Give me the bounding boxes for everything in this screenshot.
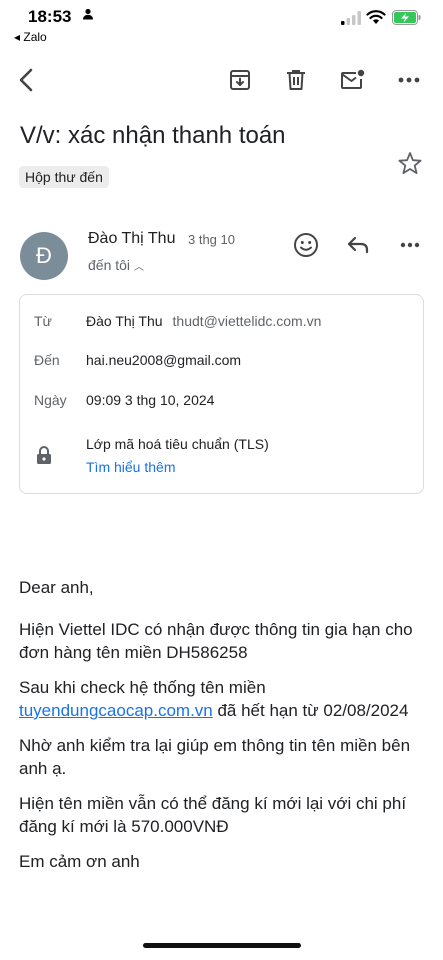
archive-icon [230,70,250,90]
to-label: Đến [34,352,60,368]
more-options-button[interactable] [389,58,429,102]
body-paragraph-2-end: đã hết hạn từ 02/08/2024 [212,701,409,720]
sender-avatar[interactable]: Đ [20,232,68,280]
sender-date: 3 thg 10 [188,232,235,247]
email-body: Dear anh, Hiện Viettel IDC có nhận được … [19,576,424,885]
battery-charging-icon [392,10,421,25]
to-value[interactable]: hai.neu2008@gmail.com [86,352,241,368]
status-time: 18:53 [28,7,72,26]
recipient-toggle[interactable]: đến tôi ︿ [88,257,144,273]
message-more-button[interactable] [392,230,428,260]
back-to-app-link[interactable]: ◂ Zalo [14,30,47,44]
person-icon [82,8,94,23]
trash-icon [287,70,305,90]
message-details-card: Từ Đào Thị Thu thudt@viettelidc.com.vn Đế… [19,294,424,494]
body-closing: Em cảm ơn anh [19,852,140,871]
body-paragraph-4: Hiện tên miền vẫn có thể đăng kí mới lại… [19,794,407,836]
email-subject: V/v: xác nhận thanh toán [20,122,286,149]
chevron-up-icon: ︿ [134,262,145,273]
domain-link[interactable]: tuyendungcaocap.com.vn [19,701,213,720]
date-value: 09:09 3 thg 10, 2024 [86,392,215,408]
wifi-icon [366,10,386,24]
archive-button[interactable] [220,58,260,102]
back-button[interactable] [6,58,46,102]
emoji-icon [294,233,318,257]
delete-button[interactable] [276,58,316,102]
body-paragraph-2-start: Sau khi check hệ thống tên miền [19,678,266,697]
body-greeting: Dear anh, [19,578,94,597]
star-icon[interactable] [396,150,424,178]
mark-unread-icon [341,69,365,89]
learn-more-link[interactable]: Tìm hiểu thêm [86,459,175,475]
body-paragraph-3: Nhờ anh kiểm tra lại giúp em thông tin t… [19,736,411,778]
react-emoji-button[interactable] [288,230,324,260]
more-vertical-icon [400,242,420,248]
mark-unread-button[interactable] [333,58,373,102]
lock-icon [37,446,51,464]
cellular-signal-icon [341,11,361,25]
status-bar: 18:53 ◂ Zalo [0,0,443,48]
security-text: Lớp mã hoá tiêu chuẩn (TLS) [86,436,269,452]
body-paragraph-2: Sau khi check hệ thống tên miền tuyendun… [19,676,424,722]
body-paragraph-1: Hiện Viettel IDC có nhận được thông tin … [19,620,413,662]
email-toolbar [0,58,443,102]
more-vertical-icon [398,77,420,83]
home-indicator[interactable] [143,943,301,948]
date-label: Ngày [34,392,67,408]
from-email[interactable]: thudt@viettelidc.com.vn [173,313,322,329]
sender-name: Đào Thị Thu [88,230,176,247]
reply-button[interactable] [340,230,376,260]
recipient-text: đến tôi [88,257,131,273]
from-label: Từ [34,313,52,329]
from-value: Đào Thị Thu thudt@viettelidc.com.vn [86,313,321,329]
inbox-label-chip[interactable]: Hộp thư đến [19,166,109,188]
from-name: Đào Thị Thu [86,313,163,329]
arrow-back-icon [19,68,33,92]
reply-icon [347,236,369,254]
